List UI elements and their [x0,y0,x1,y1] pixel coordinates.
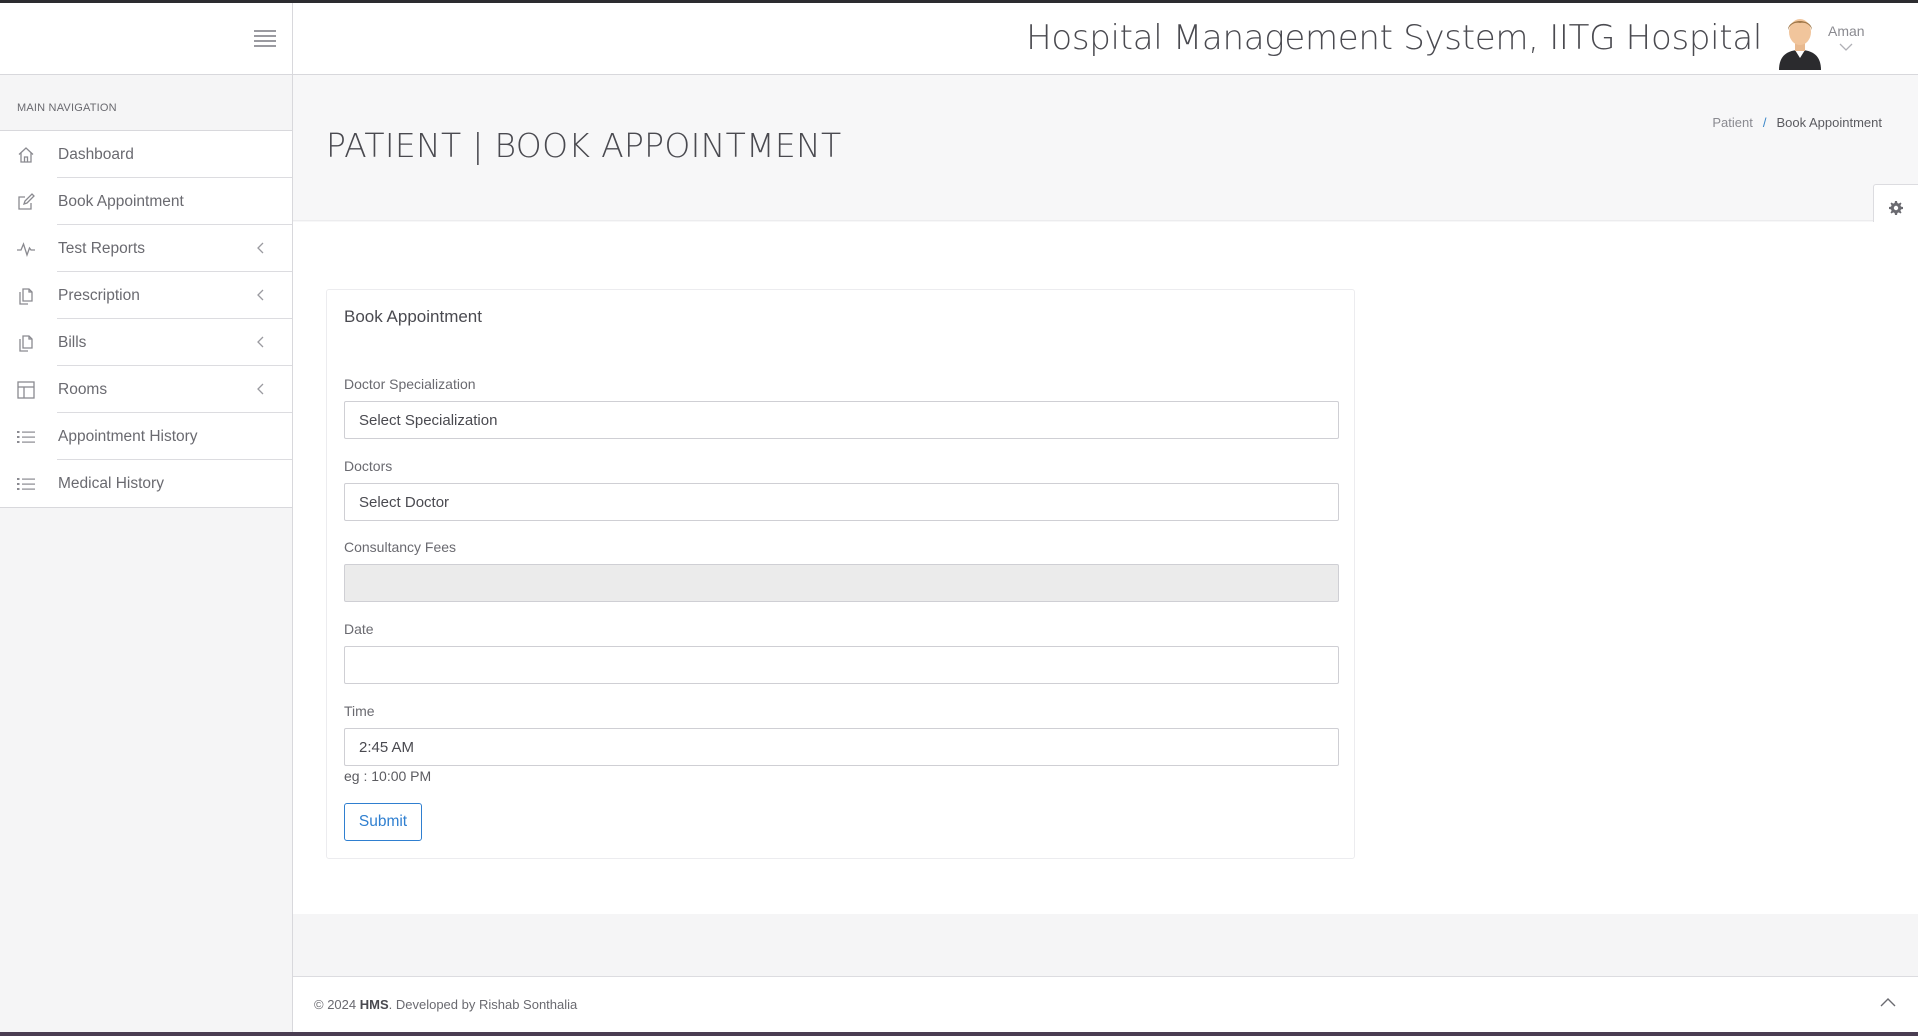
sidebar-item-medical-history[interactable]: Medical History [0,460,292,507]
breadcrumb-patient[interactable]: Patient [1712,115,1752,130]
fees-field [344,564,1339,602]
top-header: Hospital Management System, IITG Hospita… [293,3,1918,75]
chevron-up-icon[interactable] [1878,995,1898,1009]
sidebar-item-label: Dashboard [58,146,134,163]
sidebar-item-label: Test Reports [58,240,146,257]
sidebar-item-label: Prescription [58,287,140,304]
sidebar-header [0,3,293,75]
specialization-value: Select Specialization [359,412,498,429]
user-avatar-icon[interactable] [1775,12,1825,70]
page-title: PATIENT | BOOK APPOINTMENT [326,126,842,165]
footer-spacer [293,914,1918,976]
footer-year: © 2024 [314,997,357,1012]
sidebar-item-book-appointment[interactable]: Book Appointment [0,178,292,225]
breadcrumb-separator: / [1762,115,1767,130]
sidebar-nav: Dashboard Book Appointment Test Reports … [0,131,292,508]
sidebar-item-dashboard[interactable]: Dashboard [0,131,292,178]
sidebar: MAIN NAVIGATION Dashboard Book Appointme… [0,75,293,1036]
app-title: Hospital Management System, IITG Hospita… [1026,18,1762,58]
layout-icon [17,381,35,399]
doctor-select[interactable]: Select Doctor [344,483,1339,521]
breadcrumb: Patient / Book Appointment [1712,115,1882,130]
panel-title: Book Appointment [344,307,482,326]
main-content: Book Appointment Doctor Specialization S… [293,222,1918,914]
fees-label: Consultancy Fees [344,539,457,555]
sidebar-item-label: Appointment History [58,428,198,445]
date-label: Date [344,621,374,637]
doctor-value: Select Doctor [359,494,450,511]
book-appointment-panel: Book Appointment Doctor Specialization S… [326,289,1355,859]
nav-section-title: MAIN NAVIGATION [0,75,292,131]
chevron-left-icon [257,336,264,348]
chevron-left-icon [257,289,264,301]
specialization-label: Doctor Specialization [344,376,476,392]
home-icon [18,147,34,163]
chevron-down-icon[interactable] [1838,41,1854,53]
breadcrumb-current: Book Appointment [1776,115,1882,130]
sidebar-item-label: Medical History [58,475,164,492]
time-input[interactable]: 2:45 AM [344,728,1339,766]
page-header: PATIENT | BOOK APPOINTMENT Patient / Book … [293,76,1918,221]
footer-text: © 2024 HMS. Developed by Rishab Sonthali… [314,997,577,1012]
user-name[interactable]: Aman [1828,23,1865,39]
menu-toggle-icon[interactable] [254,30,276,47]
footer-brand: HMS [359,997,389,1012]
sidebar-item-label: Rooms [58,381,108,398]
date-input[interactable] [344,646,1339,684]
chevron-left-icon [257,242,264,254]
pulse-icon [17,242,35,258]
files-icon [19,288,33,305]
sidebar-item-bills[interactable]: Bills [0,319,292,366]
sidebar-item-prescription[interactable]: Prescription [0,272,292,319]
time-value: 2:45 AM [359,739,415,756]
submit-button[interactable]: Submit [344,803,422,841]
list-icon [17,478,35,490]
sidebar-item-label: Book Appointment [58,193,184,210]
footer-developer: . Developed by Rishab Sonthalia [388,997,578,1012]
sidebar-item-test-reports[interactable]: Test Reports [0,225,292,272]
list-icon [17,431,35,443]
chevron-left-icon [257,383,264,395]
sidebar-item-rooms[interactable]: Rooms [0,366,292,413]
gear-icon [1889,201,1903,215]
specialization-select[interactable]: Select Specialization [344,401,1339,439]
sidebar-item-appointment-history[interactable]: Appointment History [0,413,292,460]
window-bottom-border [0,1032,1918,1036]
edit-icon [18,193,35,210]
sidebar-item-label: Bills [58,334,87,351]
footer: © 2024 HMS. Developed by Rishab Sonthali… [293,976,1918,1032]
time-hint: eg : 10:00 PM [344,768,432,784]
files-icon [19,335,33,352]
doctors-label: Doctors [344,458,393,474]
time-label: Time [344,703,375,719]
